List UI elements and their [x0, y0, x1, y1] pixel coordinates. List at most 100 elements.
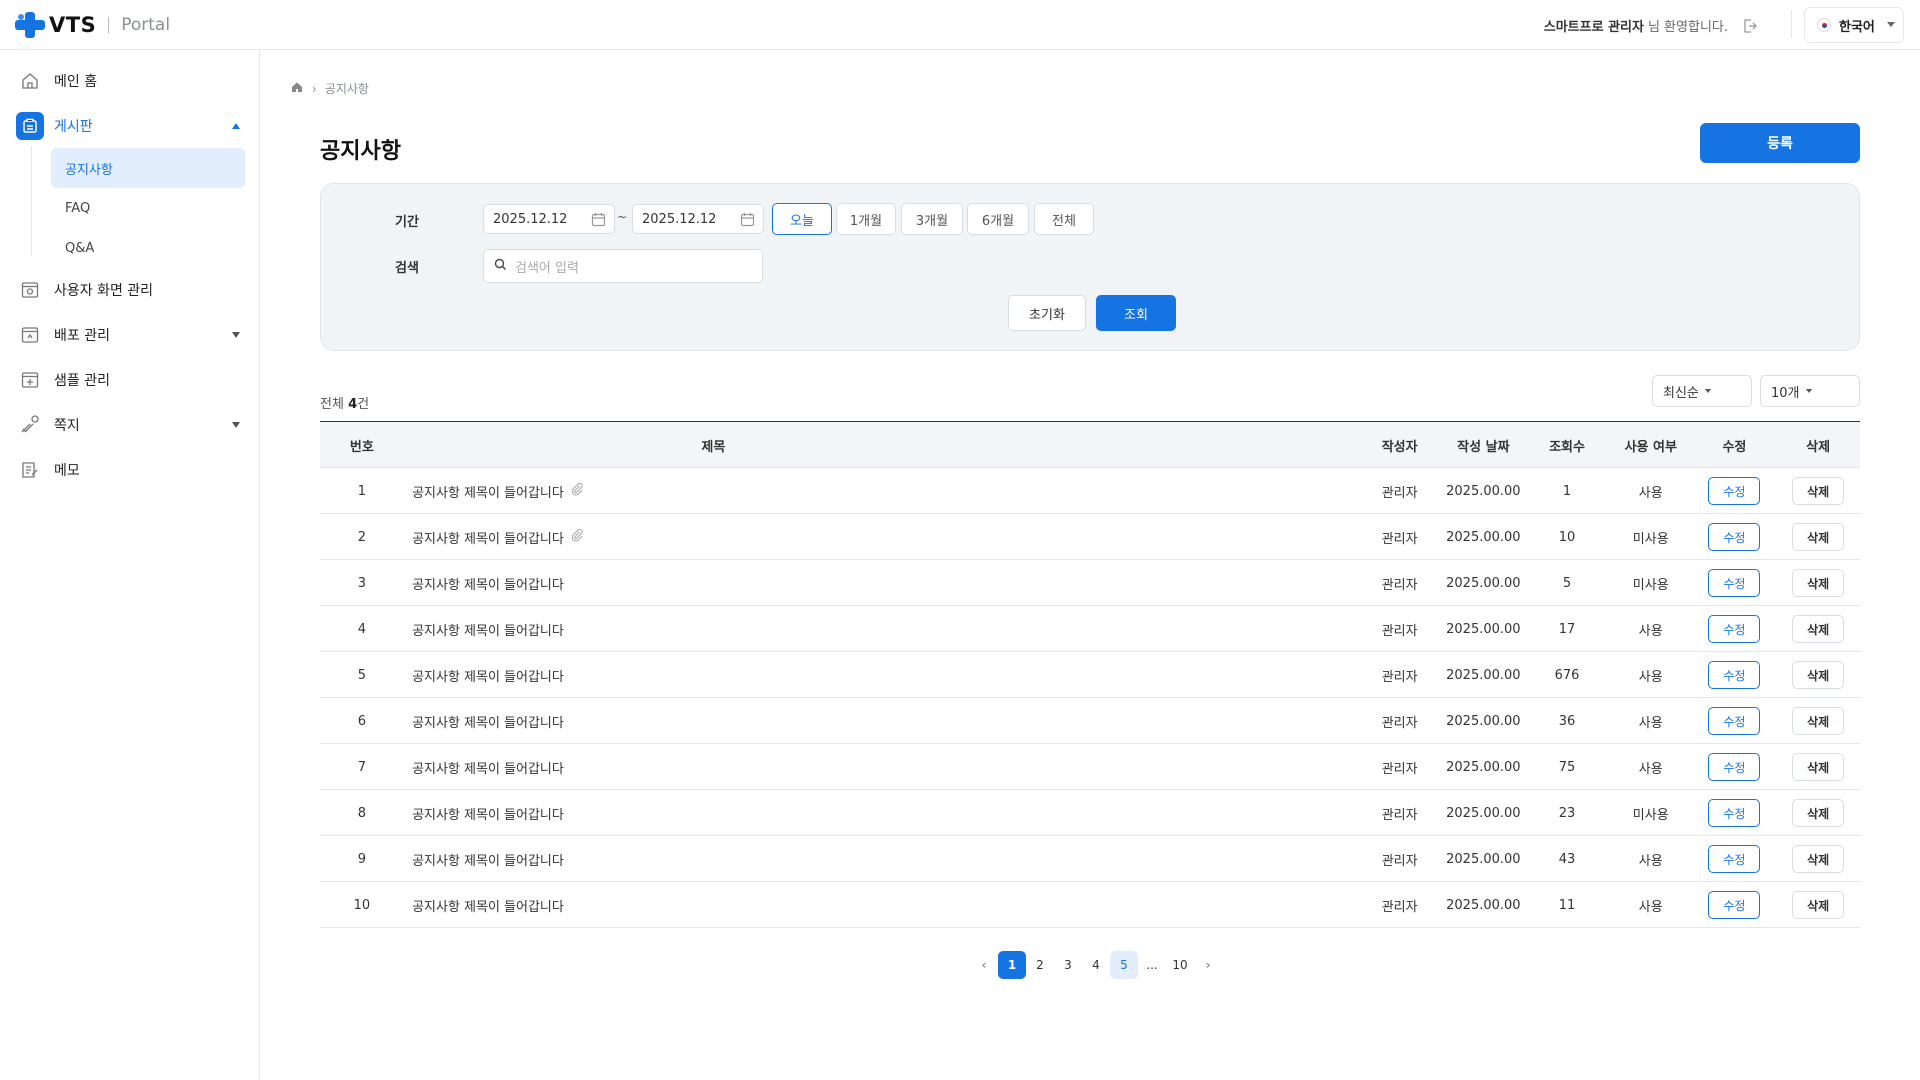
sidebar-sub-faq[interactable]: FAQ: [51, 188, 245, 228]
delete-button[interactable]: 삭제: [1792, 753, 1845, 781]
home-icon[interactable]: [290, 80, 304, 97]
cell-use: 사용: [1638, 485, 1663, 501]
edit-button[interactable]: 수정: [1708, 523, 1761, 551]
sidebar-item-screen-settings[interactable]: 사용자 화면 관리: [16, 274, 244, 306]
cell-title[interactable]: 공지사항 제목이 들어갑니다: [412, 560, 1031, 606]
sidebar-sub-notice[interactable]: 공지사항: [51, 148, 245, 188]
search-button[interactable]: 조회: [1096, 295, 1176, 331]
sort-select[interactable]: 최신순: [1652, 375, 1752, 407]
cell-no: 5: [357, 667, 366, 683]
table-row[interactable]: 5 공지사항 제목이 들어갑니다 관리자 2025.00.00 676 사용 수정 삭제: [320, 652, 1860, 698]
cell-title[interactable]: 공지사항 제목이 들어갑니다: [412, 836, 1031, 882]
delete-button[interactable]: 삭제: [1792, 707, 1845, 735]
title-text[interactable]: 공지사항 제목이 들어갑니다: [412, 804, 564, 823]
end-date-input[interactable]: 2025.12.12: [632, 204, 764, 234]
cell-title[interactable]: 공지사항 제목이 들어갑니다: [412, 744, 1031, 790]
title-text[interactable]: 공지사항 제목이 들어갑니다: [412, 528, 564, 547]
start-date-input[interactable]: 2025.12.12: [483, 204, 615, 234]
edit-button[interactable]: 수정: [1708, 845, 1761, 873]
cell-title[interactable]: 공지사항 제목이 들어갑니다: [412, 606, 1031, 652]
edit-button[interactable]: 수정: [1708, 799, 1761, 827]
search-input[interactable]: 검색어 입력: [483, 249, 763, 283]
cell-author: 관리자: [1381, 715, 1418, 731]
logout-icon[interactable]: [1742, 18, 1758, 34]
title-text[interactable]: 공지사항 제목이 들어갑니다: [412, 574, 564, 593]
chevron-down-icon: [1704, 389, 1711, 393]
cell-title[interactable]: 공지사항 제목이 들어갑니다: [412, 882, 1031, 928]
period-all-button[interactable]: 전체: [1034, 203, 1094, 235]
pagination-page-5[interactable]: 5: [1110, 951, 1138, 979]
cell-title[interactable]: 공지사항 제목이 들어갑니다: [412, 514, 1031, 560]
pagination-page-10[interactable]: 10: [1166, 951, 1194, 979]
table-row[interactable]: 9 공지사항 제목이 들어갑니다 관리자 2025.00.00 43 사용 수정 삭제: [320, 836, 1860, 882]
table-row[interactable]: 7 공지사항 제목이 들어갑니다 관리자 2025.00.00 75 사용 수정 삭제: [320, 744, 1860, 790]
delete-button[interactable]: 삭제: [1792, 661, 1845, 689]
title-text[interactable]: 공지사항 제목이 들어갑니다: [412, 712, 564, 731]
language-select[interactable]: 한국어: [1804, 7, 1904, 43]
cell-author: 관리자: [1381, 577, 1418, 593]
title-text[interactable]: 공지사항 제목이 들어갑니다: [412, 758, 564, 777]
title-text[interactable]: 공지사항 제목이 들어갑니다: [412, 666, 564, 685]
delete-button[interactable]: 삭제: [1792, 845, 1845, 873]
pagination-page-1[interactable]: 1: [998, 951, 1026, 979]
table-row[interactable]: 1 공지사항 제목이 들어갑니다 관리자 2025.00.00 1 사용 수정 삭제: [320, 468, 1860, 514]
sidebar-item-board[interactable]: 게시판: [16, 110, 244, 142]
pagination-prev-icon[interactable]: ‹: [970, 951, 998, 979]
edit-button[interactable]: 수정: [1708, 891, 1761, 919]
cell-title[interactable]: 공지사항 제목이 들어갑니다: [412, 698, 1031, 744]
period-today-button[interactable]: 오늘: [772, 203, 832, 235]
cell-title[interactable]: 공지사항 제목이 들어갑니다: [412, 652, 1031, 698]
logo[interactable]: VTS Portal: [15, 12, 170, 38]
table-row[interactable]: 2 공지사항 제목이 들어갑니다 관리자 2025.00.00 10 미사용 수정 삭제: [320, 514, 1860, 560]
cell-edit: 수정: [1693, 698, 1777, 744]
sidebar-item-memo[interactable]: 메모: [16, 454, 244, 486]
header-date: 작성 날짜: [1457, 439, 1510, 455]
period-3month-button[interactable]: 3개월: [901, 203, 963, 235]
delete-button[interactable]: 삭제: [1792, 569, 1845, 597]
cell-date: 2025.00.00: [1446, 759, 1521, 775]
logo-cross-icon: [15, 12, 45, 38]
table-row[interactable]: 8 공지사항 제목이 들어갑니다 관리자 2025.00.00 23 미사용 수정 삭제: [320, 790, 1860, 836]
title-text[interactable]: 공지사항 제목이 들어갑니다: [412, 482, 564, 501]
edit-button[interactable]: 수정: [1708, 569, 1761, 597]
pagination-page-2[interactable]: 2: [1026, 951, 1054, 979]
cell-title[interactable]: 공지사항 제목이 들어갑니다: [412, 468, 1031, 514]
edit-button[interactable]: 수정: [1708, 615, 1761, 643]
delete-button[interactable]: 삭제: [1792, 891, 1845, 919]
table-row[interactable]: 6 공지사항 제목이 들어갑니다 관리자 2025.00.00 36 사용 수정 삭제: [320, 698, 1860, 744]
page-size-select[interactable]: 10개: [1760, 375, 1860, 407]
sidebar-item-sample[interactable]: 샘플 관리: [16, 364, 244, 396]
cell-views: 1: [1562, 483, 1572, 499]
table-row[interactable]: 10 공지사항 제목이 들어갑니다 관리자 2025.00.00 11 사용 수정 삭제: [320, 882, 1860, 928]
sidebar-item-home[interactable]: 메인 홈: [16, 65, 244, 97]
delete-button[interactable]: 삭제: [1792, 799, 1845, 827]
table-row[interactable]: 3 공지사항 제목이 들어갑니다 관리자 2025.00.00 5 미사용 수정 삭제: [320, 560, 1860, 606]
edit-button[interactable]: 수정: [1708, 661, 1761, 689]
deploy-icon: [16, 321, 44, 349]
pagination-page-3[interactable]: 3: [1054, 951, 1082, 979]
period-1month-button[interactable]: 1개월: [836, 203, 896, 235]
title-text[interactable]: 공지사항 제목이 들어갑니다: [412, 620, 564, 639]
pagination-next-icon[interactable]: ›: [1194, 951, 1222, 979]
pagination-page-4[interactable]: 4: [1082, 951, 1110, 979]
delete-button[interactable]: 삭제: [1792, 523, 1845, 551]
cell-date: 2025.00.00: [1446, 621, 1521, 637]
table-row[interactable]: 4 공지사항 제목이 들어갑니다 관리자 2025.00.00 17 사용 수정 삭제: [320, 606, 1860, 652]
cell-views: 11: [1558, 897, 1576, 913]
calendar-icon[interactable]: [740, 212, 755, 231]
period-6month-button[interactable]: 6개월: [967, 203, 1029, 235]
sidebar-item-message[interactable]: 쪽지: [16, 409, 244, 441]
calendar-icon[interactable]: [591, 212, 606, 231]
cell-title[interactable]: 공지사항 제목이 들어갑니다: [412, 790, 1031, 836]
reset-button[interactable]: 초기화: [1008, 295, 1086, 331]
edit-button[interactable]: 수정: [1708, 753, 1761, 781]
sidebar-item-deploy[interactable]: 배포 관리: [16, 319, 244, 351]
title-text[interactable]: 공지사항 제목이 들어갑니다: [412, 896, 564, 915]
edit-button[interactable]: 수정: [1708, 477, 1761, 505]
sidebar-sub-qna[interactable]: Q&A: [51, 228, 245, 268]
delete-button[interactable]: 삭제: [1792, 477, 1845, 505]
edit-button[interactable]: 수정: [1708, 707, 1761, 735]
register-button[interactable]: 등록: [1700, 123, 1860, 163]
title-text[interactable]: 공지사항 제목이 들어갑니다: [412, 850, 564, 869]
delete-button[interactable]: 삭제: [1792, 615, 1845, 643]
